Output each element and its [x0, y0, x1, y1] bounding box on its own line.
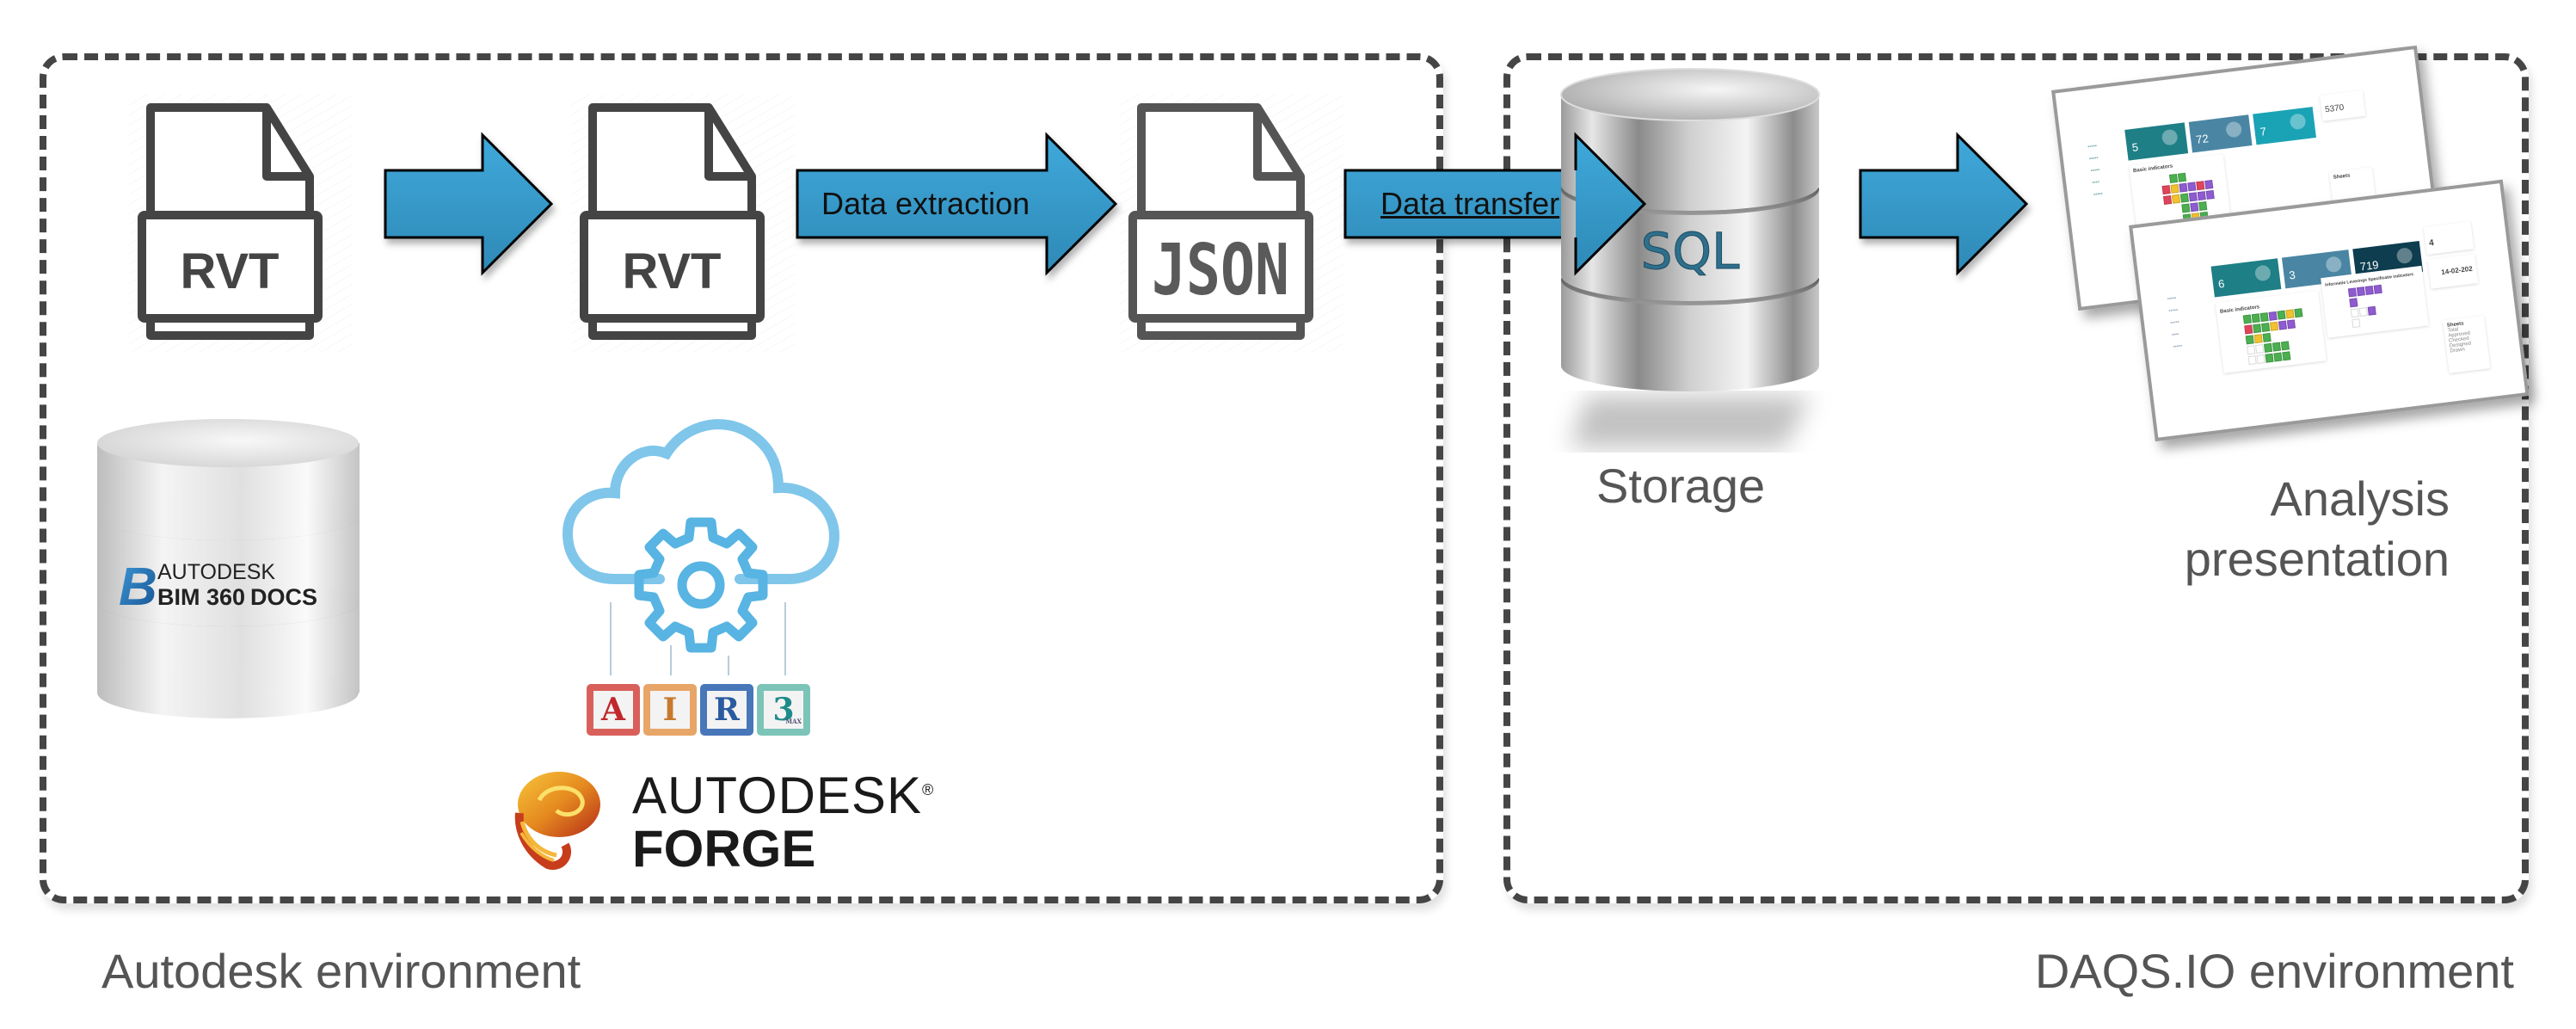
3dsmax-tile: 3 MAX	[757, 684, 810, 736]
sheets-panel: Sheets Total Approved Checked Designed D…	[2443, 315, 2491, 373]
rvt-copied-file-icon: RVT	[571, 95, 795, 353]
revit-tile: R	[700, 684, 753, 736]
inventor-tile: I	[643, 684, 697, 736]
basic-indicator-panel: Basic indicators	[2215, 290, 2327, 373]
rvt-source-file-icon: RVT	[129, 95, 353, 353]
data-transfer-arrow-tip	[1574, 132, 1647, 276]
dashboard-screenshot-front: ▪▪▪▪▪ ▪▪▪▪▪ ▪▪▪▪▪ ▪▪▪▪ ▪▪▪▪▪ 6 3 719 4 14-02…	[2129, 179, 2530, 442]
data-extraction-label: Data extraction	[821, 186, 1030, 221]
ils-indicator-panel: Informatie Leverings Specificatie indica…	[2321, 265, 2429, 338]
date-panel: 14-02-202	[2427, 254, 2479, 289]
autodesk-app-tiles: A I R 3 MAX	[587, 684, 819, 737]
flow-arrow-present	[1859, 132, 2029, 276]
kpi-card: 5	[2124, 122, 2189, 161]
forge-product: FORGE	[632, 820, 816, 878]
dashboard-nav: ▪▪▪▪▪ ▪▪▪▪▪ ▪▪▪▪▪ ▪▪▪▪ ▪▪▪▪▪	[2087, 144, 2104, 198]
storage-caption: Storage	[1596, 459, 1766, 513]
bim360-product: BIM 360 DOCS	[157, 584, 317, 610]
rvt-copied-file-label: RVT	[623, 243, 722, 299]
bim360-brand: AUTODESK	[157, 560, 275, 584]
analysis-presentation-caption: Analysis presentation	[2184, 471, 2450, 586]
bim360-badge: B	[119, 558, 157, 617]
json-file-icon: JSON	[1120, 95, 1343, 353]
autocad-tile: A	[587, 684, 640, 736]
kpi-card: 7	[2253, 107, 2316, 145]
side-value-panel: 4	[2423, 221, 2475, 255]
json-file-label: JSON	[1152, 230, 1289, 311]
side-value-panel: 5370	[2320, 89, 2366, 121]
autodesk-environment-label: Autodesk environment	[101, 944, 581, 998]
forge-logo-icon	[514, 772, 600, 870]
data-transfer-label: Data transfer	[1380, 186, 1560, 221]
sql-label: SQL	[1641, 222, 1740, 280]
kpi-card: 72	[2188, 114, 2253, 153]
bim360-docs-database-icon: B AUTODESK BIM 360 DOCS	[97, 419, 360, 718]
daqs-environment-label: DAQS.IO environment	[2034, 944, 2514, 998]
forge-cloud-gear-icon	[562, 419, 840, 675]
forge-brand: AUTODESK®	[632, 767, 935, 824]
rvt-source-file-label: RVT	[181, 243, 280, 299]
kpi-card: 6	[2210, 258, 2282, 298]
flow-arrow-copy	[384, 132, 554, 276]
dashboard-nav: ▪▪▪▪▪ ▪▪▪▪▪ ▪▪▪▪▪ ▪▪▪▪ ▪▪▪▪▪	[2167, 295, 2183, 350]
